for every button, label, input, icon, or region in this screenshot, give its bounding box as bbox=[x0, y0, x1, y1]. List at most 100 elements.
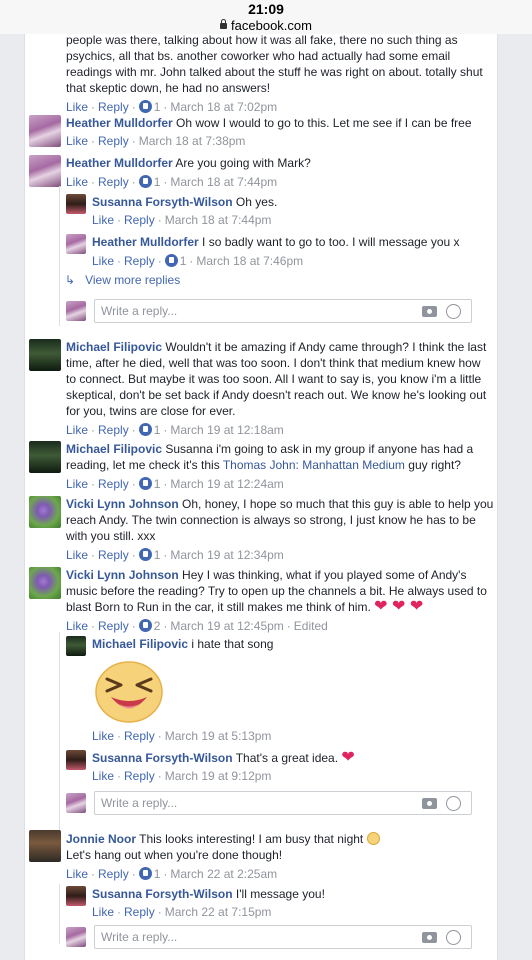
timestamp[interactable]: March 19 at 12:34pm bbox=[170, 548, 283, 562]
lock-icon bbox=[220, 19, 228, 29]
emoji-icon[interactable] bbox=[446, 304, 461, 319]
url-text: facebook.com bbox=[231, 18, 312, 33]
page-link[interactable]: Thomas John: Manhattan Medium bbox=[223, 458, 405, 472]
like-button[interactable]: Like bbox=[66, 548, 88, 562]
like-button[interactable]: Like bbox=[92, 213, 114, 227]
reply-button[interactable]: Reply bbox=[98, 175, 129, 189]
avatar[interactable] bbox=[29, 567, 61, 599]
address-bar[interactable]: facebook.com bbox=[0, 18, 532, 33]
avatar[interactable] bbox=[29, 441, 61, 473]
timestamp[interactable]: March 18 at 7:02pm bbox=[170, 100, 277, 114]
timestamp[interactable]: March 18 at 7:44pm bbox=[165, 213, 272, 227]
like-count[interactable]: 1 bbox=[154, 477, 161, 491]
author-name[interactable]: Michael Filipovic bbox=[66, 340, 162, 354]
like-count[interactable]: 1 bbox=[154, 548, 161, 562]
avatar[interactable] bbox=[66, 886, 86, 906]
timestamp[interactable]: March 19 at 12:24am bbox=[170, 477, 283, 491]
timestamp[interactable]: March 18 at 7:38pm bbox=[139, 134, 246, 148]
like-count[interactable]: 1 bbox=[154, 100, 161, 114]
timestamp[interactable]: March 18 at 7:46pm bbox=[196, 254, 303, 268]
reply-button[interactable]: Reply bbox=[124, 213, 155, 227]
comment-text: This looks interesting! I am busy that n… bbox=[139, 832, 364, 846]
view-more-replies-link[interactable]: ↳ View more replies bbox=[65, 273, 180, 287]
reply-input[interactable]: Write a reply... bbox=[94, 299, 472, 323]
timestamp[interactable]: March 19 at 9:12pm bbox=[165, 769, 272, 783]
emoji-icon[interactable] bbox=[446, 796, 461, 811]
author-name[interactable]: Vicki Lynn Johnson bbox=[66, 497, 179, 511]
like-count-icon bbox=[164, 254, 178, 267]
comment-actions: Like · Reply · 1 · March 19 at 12:18am bbox=[66, 423, 284, 437]
like-button[interactable]: Like bbox=[66, 423, 88, 437]
author-name[interactable]: Susanna Forsyth-Wilson bbox=[92, 887, 233, 901]
sad-face-emoji-icon bbox=[366, 832, 380, 845]
like-count-icon bbox=[138, 867, 152, 880]
avatar[interactable] bbox=[29, 830, 61, 862]
comment-text: Oh yes. bbox=[235, 195, 278, 209]
timestamp[interactable]: March 18 at 7:44pm bbox=[170, 175, 277, 189]
reply-button[interactable]: Reply bbox=[124, 769, 155, 783]
like-count[interactable]: 1 bbox=[154, 423, 161, 437]
like-count-icon bbox=[138, 175, 152, 188]
like-button[interactable]: Like bbox=[66, 477, 88, 491]
camera-icon[interactable] bbox=[422, 798, 437, 809]
author-name[interactable]: Susanna Forsyth-Wilson bbox=[92, 195, 233, 209]
like-button[interactable]: Like bbox=[66, 134, 88, 148]
comment-text: Susanna i'm going to ask in my group if … bbox=[165, 442, 474, 456]
like-button[interactable]: Like bbox=[66, 100, 88, 114]
avatar[interactable] bbox=[29, 339, 61, 371]
timestamp[interactable]: March 22 at 2:25am bbox=[170, 867, 277, 881]
like-button[interactable]: Like bbox=[66, 619, 88, 633]
author-name[interactable]: Jonnie Noor bbox=[66, 832, 136, 846]
emoji-icon[interactable] bbox=[446, 930, 461, 945]
avatar[interactable] bbox=[66, 194, 86, 214]
like-count[interactable]: 1 bbox=[180, 254, 187, 268]
comment-text: Oh wow I would to go to this. Let me see… bbox=[176, 116, 472, 130]
avatar[interactable] bbox=[66, 750, 86, 770]
reply-button[interactable]: Reply bbox=[124, 729, 155, 743]
reply-button[interactable]: Reply bbox=[98, 867, 129, 881]
like-button[interactable]: Like bbox=[92, 905, 114, 919]
reply-button[interactable]: Reply bbox=[124, 254, 155, 268]
author-name[interactable]: Michael Filipovic bbox=[92, 637, 188, 651]
reply-button[interactable]: Reply bbox=[98, 619, 129, 633]
reply-button[interactable]: Reply bbox=[98, 548, 129, 562]
like-count[interactable]: 1 bbox=[154, 175, 161, 189]
author-name[interactable]: Heather Mulldorfer bbox=[66, 116, 173, 130]
avatar[interactable] bbox=[29, 115, 61, 147]
avatar[interactable] bbox=[66, 636, 86, 656]
reply-actions-row: Like · Reply · March 19 at 5:13pm bbox=[92, 726, 492, 744]
like-button[interactable]: Like bbox=[92, 729, 114, 743]
timestamp[interactable]: March 19 at 5:13pm bbox=[165, 729, 272, 743]
edited-label[interactable]: Edited bbox=[294, 619, 328, 633]
reply-button[interactable]: Reply bbox=[98, 477, 129, 491]
reply-button[interactable]: Reply bbox=[124, 905, 155, 919]
thread-divider bbox=[59, 186, 60, 326]
author-name[interactable]: Heather Mulldorfer bbox=[66, 156, 173, 170]
avatar[interactable] bbox=[29, 155, 61, 187]
like-count[interactable]: 2 bbox=[154, 619, 161, 633]
reply-button[interactable]: Reply bbox=[98, 100, 129, 114]
author-name[interactable]: Heather Mulldorfer bbox=[92, 235, 199, 249]
reply-button[interactable]: Reply bbox=[98, 423, 129, 437]
reply-input[interactable]: Write a reply... bbox=[94, 925, 472, 949]
camera-icon[interactable] bbox=[422, 932, 437, 943]
reply-button[interactable]: Reply bbox=[98, 134, 129, 148]
camera-icon[interactable] bbox=[422, 306, 437, 317]
like-button[interactable]: Like bbox=[66, 175, 88, 189]
timestamp[interactable]: March 19 at 12:18am bbox=[170, 423, 283, 437]
comment-text: That's a great idea. bbox=[235, 751, 339, 765]
avatar[interactable] bbox=[29, 496, 61, 528]
timestamp[interactable]: March 22 at 7:15pm bbox=[165, 905, 272, 919]
author-name[interactable]: Michael Filipovic bbox=[66, 442, 162, 456]
author-name[interactable]: Vicki Lynn Johnson bbox=[66, 568, 179, 582]
timestamp[interactable]: March 19 at 12:45pm bbox=[170, 619, 283, 633]
reply-input[interactable]: Write a reply... bbox=[94, 791, 472, 815]
like-count[interactable]: 1 bbox=[154, 867, 161, 881]
laughing-face-sticker bbox=[95, 661, 163, 723]
avatar[interactable] bbox=[66, 234, 86, 254]
author-name[interactable]: Susanna Forsyth-Wilson bbox=[92, 751, 233, 765]
like-button[interactable]: Like bbox=[92, 769, 114, 783]
like-button[interactable]: Like bbox=[92, 254, 114, 268]
comment-actions: Like · Reply · 1 · March 19 at 12:24am bbox=[66, 477, 284, 491]
like-button[interactable]: Like bbox=[66, 867, 88, 881]
